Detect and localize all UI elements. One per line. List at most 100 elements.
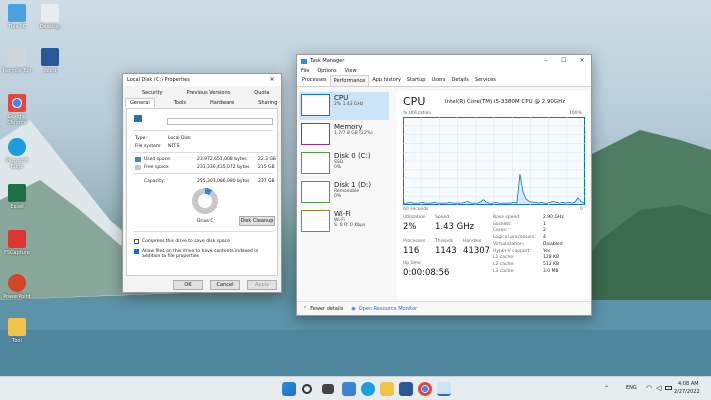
menu-options[interactable]: Options	[317, 68, 336, 74]
edge-icon	[8, 138, 26, 156]
compress-label: Compress this drive to save disk space	[142, 239, 230, 244]
menu-view[interactable]: View	[345, 68, 357, 74]
tab-services[interactable]: Services	[472, 75, 499, 86]
utilization-label: Utilization	[403, 215, 426, 220]
properties-tabs-row1: Security Previous Versions Quota	[123, 88, 281, 98]
tab-processes[interactable]: Processes	[299, 75, 330, 86]
chrome-icon[interactable]	[418, 382, 432, 396]
tab-startup[interactable]: Startup	[404, 75, 429, 86]
chrome-icon	[8, 94, 26, 112]
ok-button[interactable]: OK	[173, 280, 203, 290]
tab-security[interactable]: Security	[137, 88, 168, 98]
drive-name-input[interactable]	[167, 118, 273, 125]
cpu-panel: CPU Intel(R) Core(TM) i5-3380M CPU @ 2.9…	[397, 91, 589, 299]
used-gb: 22.3 GB	[258, 157, 277, 162]
processes-value: 116	[403, 246, 420, 256]
free-gb: 215 GB	[258, 165, 275, 170]
detail-label: L2 cache:	[493, 261, 515, 267]
sidebar-item-memory[interactable]: Memory 1.7/7.8 GB (22%)	[299, 121, 389, 149]
cpu-model: Intel(R) Core(TM) i5-3380M CPU @ 2.90GHz	[445, 99, 566, 105]
sidebar-item-cpu[interactable]: CPU 2% 1.43 GHz	[299, 92, 389, 120]
task-view-icon[interactable]	[322, 384, 334, 394]
speed-label: Speed	[435, 215, 450, 220]
desktop-icon[interactable]: Desktop	[33, 4, 67, 30]
tab-performance[interactable]: Performance	[329, 75, 370, 86]
index-checkbox[interactable]	[134, 249, 139, 254]
task-manager-footer: ⌃ Fewer details ◉ Open Resource Monitor	[297, 301, 591, 315]
task-manager-icon	[301, 58, 307, 64]
graph-seconds: 60 seconds	[403, 207, 429, 212]
minimize-icon[interactable]: –	[537, 55, 555, 67]
file-explorer-icon[interactable]	[380, 382, 394, 396]
tab-hardware[interactable]: Hardware	[205, 98, 239, 108]
memory-thumbnail	[301, 123, 330, 145]
search-icon[interactable]	[302, 384, 312, 394]
tab-app-history[interactable]: App history	[369, 75, 404, 86]
desktop-icon[interactable]: Tool	[0, 318, 34, 344]
volume-icon[interactable]: ◁	[656, 384, 661, 392]
graph-zero: 0	[580, 207, 583, 212]
tab-users[interactable]: Users	[428, 75, 448, 86]
resource-monitor-icon: ◉	[351, 305, 356, 312]
divider	[133, 152, 273, 153]
disk1-thumbnail	[301, 181, 330, 203]
desktop-icon[interactable]: FSCapture	[0, 230, 34, 256]
chevron-up-icon[interactable]: ⌃	[604, 385, 609, 392]
threads-label: Threads	[435, 239, 454, 244]
tab-quota[interactable]: Quota	[249, 88, 274, 98]
desktop-icon[interactable]: Recycle Bin	[0, 48, 34, 74]
close-icon[interactable]: ✕	[263, 74, 281, 86]
properties-dialog: Local Disk (C:) Properties ✕ Security Pr…	[122, 73, 282, 293]
disk-cleanup-button[interactable]: Disk Cleanup	[239, 216, 275, 226]
open-resource-monitor-link[interactable]: Open Resource Monitor	[359, 306, 417, 312]
maximize-icon[interactable]: ☐	[555, 55, 573, 67]
sidebar-item-disk0[interactable]: Disk 0 (C:) SSD 0%	[299, 150, 389, 178]
detail-value: 3.0 MB	[543, 268, 559, 274]
disk0-thumbnail	[301, 152, 330, 174]
sidebar-item-disk1[interactable]: Disk 1 (D:) Removable 0%	[299, 179, 389, 207]
fscapture-icon	[8, 230, 26, 248]
type-value: Local Disk	[168, 136, 191, 141]
fewer-details-link[interactable]: Fewer details	[310, 306, 343, 312]
desktop-icon[interactable]: Google Chrome	[0, 94, 34, 126]
chevron-up-icon[interactable]: ⌃	[303, 306, 307, 312]
close-icon[interactable]: ✕	[573, 55, 591, 67]
index-label: Allow files on this drive to have conten…	[142, 249, 259, 259]
clock-time[interactable]: 4:08 AM	[678, 381, 699, 387]
desktop-icon[interactable]: Excel	[0, 184, 34, 210]
used-bytes: 23,972,651,008 bytes	[197, 157, 247, 162]
cpu-usage-graph	[403, 117, 585, 205]
sidebar-item-wifi[interactable]: Wi-Fi Wi-Fi S: 0 R: 0 Kbps	[299, 208, 389, 236]
language-indicator[interactable]: ENG	[626, 385, 637, 391]
clock-date[interactable]: 2/27/2022	[674, 389, 700, 395]
desktop-icon[interactable]: This PC	[0, 4, 34, 30]
start-icon[interactable]	[282, 382, 296, 396]
task-manager-taskbar-icon[interactable]	[437, 382, 451, 396]
tab-previous-versions[interactable]: Previous Versions	[182, 88, 236, 98]
apply-button[interactable]: Apply	[247, 280, 277, 290]
tab-tools[interactable]: Tools	[169, 98, 191, 108]
detail-value: 2.90 GHz	[543, 215, 564, 220]
menu-file[interactable]: File	[301, 68, 309, 74]
capacity-gb: 237 GB	[258, 179, 275, 184]
compress-checkbox[interactable]	[134, 239, 139, 244]
edge-icon[interactable]	[361, 382, 375, 396]
wifi-icon[interactable]: ◠	[646, 384, 652, 392]
battery-icon[interactable]	[665, 386, 672, 390]
tab-details[interactable]: Details	[448, 75, 471, 86]
type-label: Type:	[135, 136, 147, 141]
divider	[133, 130, 273, 131]
desktop-icon[interactable]: PowerPoint	[0, 274, 34, 300]
tab-sharing[interactable]: Sharing	[253, 98, 282, 108]
util-label: % Utilization	[403, 111, 432, 116]
fs-value: NTFS	[168, 144, 180, 149]
desktop-icon[interactable]: Microsoft Edge	[0, 138, 34, 170]
tab-general[interactable]: General	[125, 98, 155, 108]
general-panel: Type: Local Disk File system: NTFS Used …	[126, 108, 278, 276]
word-icon[interactable]	[399, 382, 413, 396]
widgets-icon[interactable]	[342, 382, 356, 396]
detail-label: L1 cache:	[493, 255, 515, 261]
desktop-icon[interactable]: Word	[33, 48, 67, 74]
cancel-button[interactable]: Cancel	[210, 280, 240, 290]
free-swatch	[135, 165, 141, 170]
